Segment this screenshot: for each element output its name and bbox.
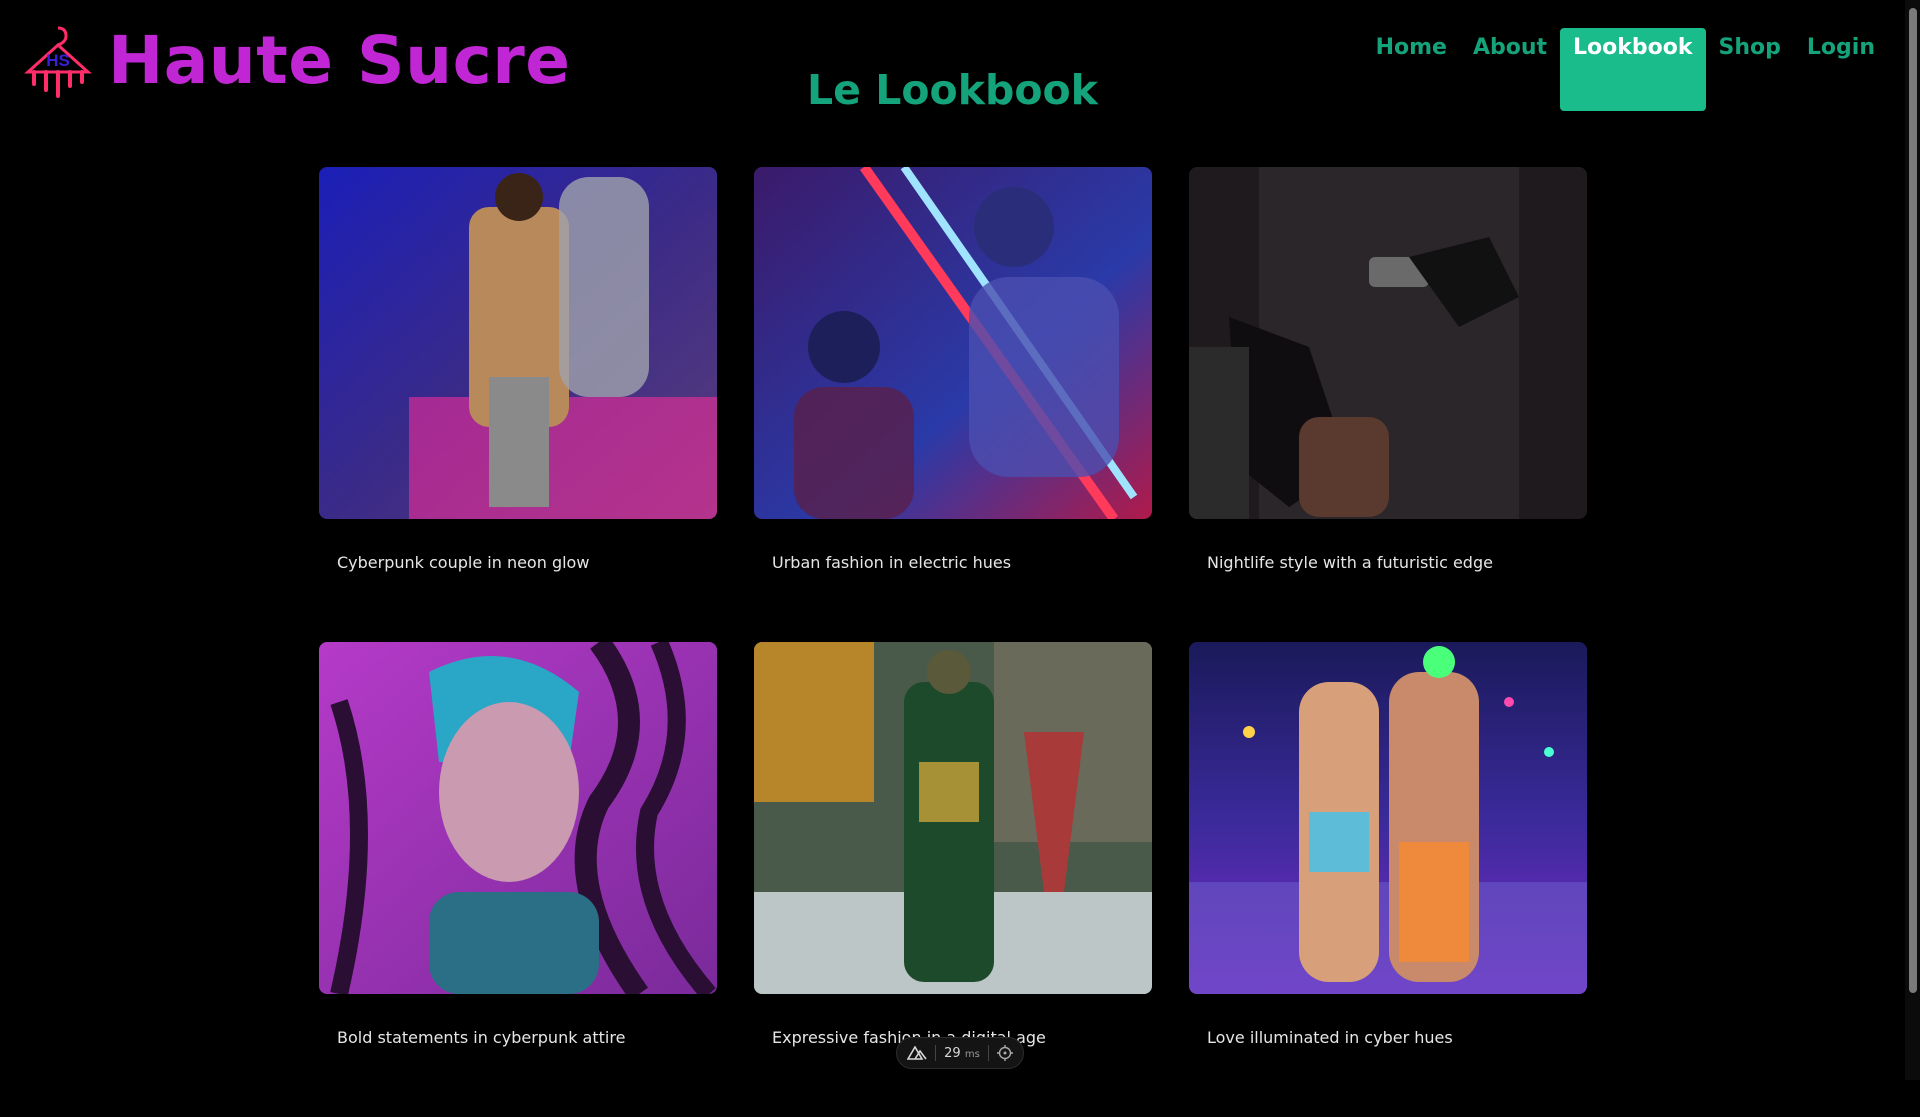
lookbook-photo-cyber-hues[interactable] <box>1189 642 1587 994</box>
nav-lookbook[interactable]: Lookbook <box>1560 28 1706 111</box>
triangle-logo-icon <box>907 1046 927 1060</box>
nav-shop[interactable]: Shop <box>1706 28 1794 111</box>
lookbook-card[interactable]: Nightlife style with a futuristic edge <box>1189 167 1587 642</box>
card-caption: Cyberpunk couple in neon glow <box>337 553 590 572</box>
lookbook-photo-neon-couple[interactable] <box>319 167 717 519</box>
scrollbar[interactable] <box>1905 0 1920 1080</box>
crosshair-icon[interactable] <box>996 1045 1013 1061</box>
nav-login[interactable]: Login <box>1794 28 1888 111</box>
lookbook-photo-cyberpunk-attire[interactable] <box>319 642 717 994</box>
card-caption: Love illuminated in cyber hues <box>1207 1028 1453 1047</box>
nav-home[interactable]: Home <box>1363 28 1460 111</box>
lookbook-grid: Cyberpunk couple in neon glow Urban fash… <box>319 167 1587 1117</box>
badge-divider <box>987 1045 989 1061</box>
main-nav: Home About Lookbook Shop Login <box>1363 28 1888 111</box>
render-timing: 29 ms <box>944 1045 980 1061</box>
card-caption: Urban fashion in electric hues <box>772 553 1012 572</box>
lookbook-photo-electric-hues[interactable] <box>754 167 1152 519</box>
lookbook-card[interactable]: Bold statements in cyberpunk attire <box>319 642 717 1117</box>
badge-divider <box>935 1045 937 1061</box>
lookbook-photo-digital-age[interactable] <box>754 642 1152 994</box>
nav-about[interactable]: About <box>1460 28 1560 111</box>
lookbook-card[interactable]: Cyberpunk couple in neon glow <box>319 167 717 642</box>
card-caption: Nightlife style with a futuristic edge <box>1207 553 1493 572</box>
scroll-thumb[interactable] <box>1909 8 1917 993</box>
dev-indicator-badge[interactable]: 29 ms <box>896 1037 1024 1069</box>
lookbook-card[interactable]: Love illuminated in cyber hues <box>1189 642 1587 1117</box>
lookbook-photo-nightlife[interactable] <box>1189 167 1587 519</box>
card-caption: Bold statements in cyberpunk attire <box>337 1028 626 1047</box>
lookbook-card[interactable]: Urban fashion in electric hues <box>754 167 1152 642</box>
